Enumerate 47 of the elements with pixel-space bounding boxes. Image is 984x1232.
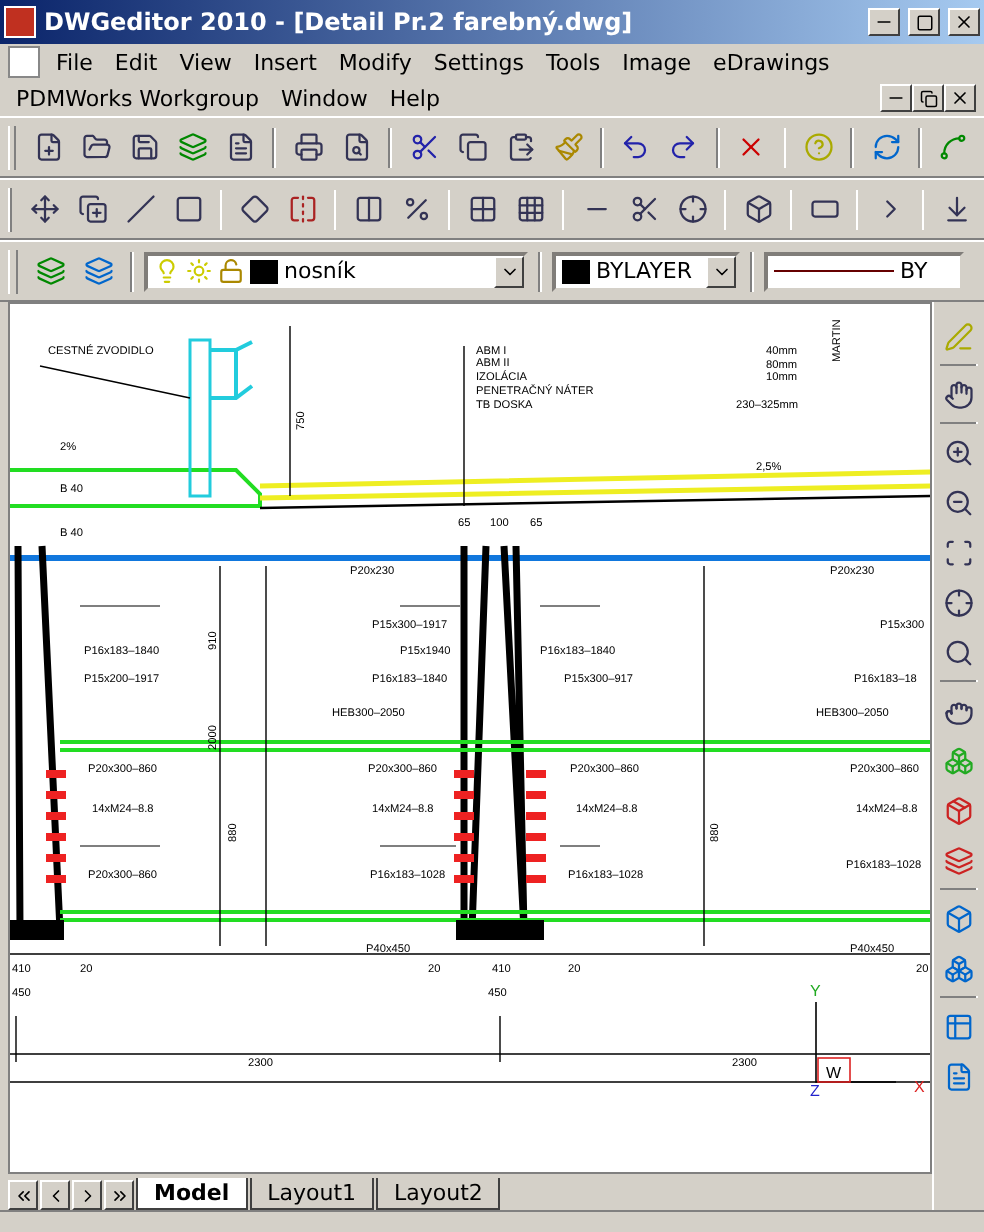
sun-icon bbox=[186, 258, 212, 284]
app-icon bbox=[4, 6, 36, 38]
menu-item[interactable]: Settings bbox=[425, 49, 538, 75]
previous-tab-button[interactable] bbox=[40, 1180, 70, 1210]
menu-item[interactable]: PDMWorks Workgroup bbox=[8, 85, 273, 111]
double-right-arrow-icon bbox=[109, 1185, 129, 1205]
lightbulb-icon bbox=[154, 258, 180, 284]
menu-item[interactable]: View bbox=[171, 49, 246, 75]
menu-item[interactable]: Tools bbox=[537, 49, 615, 75]
layout-tab[interactable]: Layout1 bbox=[249, 1178, 375, 1210]
restore-icon bbox=[919, 89, 937, 107]
layout-tab[interactable]: Model bbox=[136, 1178, 248, 1210]
layout-tab[interactable]: Layout2 bbox=[376, 1178, 501, 1210]
menu-item[interactable]: Window bbox=[272, 85, 382, 111]
menu-item[interactable]: Modify bbox=[330, 49, 426, 75]
close-icon bbox=[954, 12, 974, 32]
menu-item[interactable]: Help bbox=[381, 85, 454, 111]
lock-icon bbox=[218, 258, 244, 284]
last-tab-button[interactable] bbox=[104, 1180, 134, 1210]
close-button[interactable] bbox=[944, 84, 976, 112]
menu-item[interactable]: Image bbox=[614, 49, 706, 75]
menu-item[interactable]: Edit bbox=[106, 49, 172, 75]
minimize-button[interactable] bbox=[868, 8, 900, 36]
color-swatch bbox=[562, 259, 590, 283]
maximize-button[interactable] bbox=[908, 8, 940, 36]
axis-label: W bbox=[826, 1064, 842, 1082]
minimize-button[interactable] bbox=[880, 84, 912, 112]
linetype-dropdown[interactable]: BY bbox=[764, 251, 964, 291]
ucs-axis-icon bbox=[815, 1001, 897, 1083]
close-icon bbox=[950, 88, 970, 108]
first-tab-button[interactable] bbox=[8, 1180, 38, 1210]
menu-item[interactable]: Insert bbox=[245, 49, 331, 75]
document-icon bbox=[8, 46, 40, 78]
double-left-arrow-icon bbox=[13, 1185, 33, 1205]
maximize-icon bbox=[915, 13, 933, 31]
axis-label: X bbox=[914, 1078, 925, 1096]
menu-item[interactable]: File bbox=[48, 49, 107, 75]
menu-item[interactable]: eDrawings bbox=[705, 49, 844, 75]
color-swatch bbox=[250, 259, 278, 283]
layer-dropdown[interactable]: nosník bbox=[144, 251, 528, 291]
color-dropdown[interactable]: BYLAYER bbox=[552, 251, 740, 291]
close-button[interactable] bbox=[948, 8, 980, 36]
window-title: DWGeditor 2010 - [Detail Pr.2 farebný.dwg] bbox=[44, 8, 635, 36]
restore-button[interactable] bbox=[912, 84, 944, 112]
axis-label: Z bbox=[810, 1082, 820, 1100]
next-tab-button[interactable] bbox=[72, 1180, 102, 1210]
axis-label: Y bbox=[810, 982, 821, 1000]
